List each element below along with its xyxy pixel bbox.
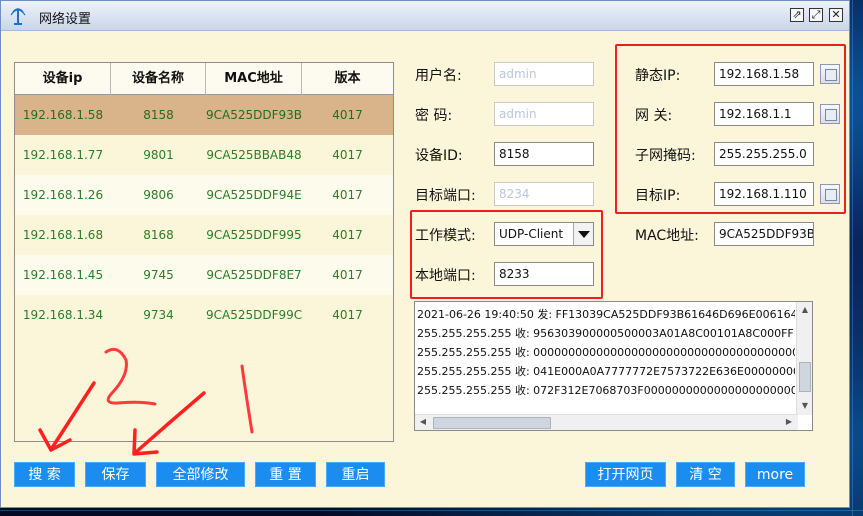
cell-ip: 192.168.1.26 <box>22 188 104 202</box>
password-field[interactable]: admin <box>494 102 594 126</box>
network-settings-window: 网络设置 ⇗ ⤢ ✕ 设备ip 设备名称 MAC地址 版本 192.168.1.… <box>0 0 850 508</box>
cell-mac: 9CA525BBAB48 <box>206 148 302 162</box>
cell-ip: 192.168.1.45 <box>22 268 104 282</box>
cell-name: 8158 <box>143 108 174 122</box>
background-line <box>0 510 863 511</box>
target-port-label: 目标端口: <box>415 188 476 204</box>
title-bar[interactable]: 网络设置 ⇗ ⤢ ✕ <box>1 1 849 31</box>
table-row[interactable]: 192.168.1.34 9734 9CA525DDF99C 4017 <box>15 295 393 335</box>
scroll-down-icon[interactable]: ▼ <box>798 399 812 413</box>
cell-version: 4017 <box>332 188 363 202</box>
cell-version: 4017 <box>332 148 363 162</box>
table-row[interactable]: 192.168.1.68 8168 9CA525DDF995 4017 <box>15 215 393 255</box>
mac-address-label: MAC地址: <box>635 228 699 244</box>
highlight-box-network <box>615 44 846 214</box>
horizontal-scroll-thumb[interactable] <box>433 417 551 429</box>
reset-button[interactable]: 重 置 <box>255 462 316 487</box>
vertical-scrollbar[interactable]: ▲ ▼ <box>796 302 812 415</box>
background-line <box>852 0 853 516</box>
mac-address-field[interactable]: 9CA525DDF93B <box>714 222 814 246</box>
open-webpage-button[interactable]: 打开网页 <box>585 462 666 487</box>
highlight-box-work-mode <box>410 210 603 299</box>
table-row[interactable]: 192.168.1.26 9806 9CA525DDF94E 4017 <box>15 175 393 215</box>
cell-version: 4017 <box>332 268 363 282</box>
cell-ip: 192.168.1.58 <box>22 108 104 122</box>
cell-name: 9806 <box>143 188 174 202</box>
column-header-version[interactable]: 版本 <box>302 63 393 95</box>
more-button[interactable]: more <box>745 462 805 487</box>
log-line: 255.255.255.255 收: 041E000A0A7777772E757… <box>417 365 795 378</box>
cell-name: 9734 <box>143 308 174 322</box>
log-line: 2021-06-26 19:40:50 发: FF13039CA525DDF93… <box>417 308 795 321</box>
target-port-field[interactable]: 8234 <box>494 182 594 206</box>
clear-button[interactable]: 清 空 <box>676 462 735 487</box>
modify-all-button[interactable]: 全部修改 <box>156 462 245 487</box>
cell-ip: 192.168.1.34 <box>22 308 104 322</box>
cell-version: 4017 <box>332 308 363 322</box>
username-label: 用户名: <box>415 68 462 84</box>
cell-name: 8168 <box>143 228 174 242</box>
cell-name: 9801 <box>143 148 174 162</box>
cell-mac: 9CA525DDF94E <box>206 188 302 202</box>
cell-name: 9745 <box>143 268 174 282</box>
log-line: 255.255.255.255 收: 956303900000500003A01… <box>417 327 794 340</box>
window-title: 网络设置 <box>39 12 92 27</box>
scroll-right-icon[interactable]: ▶ <box>782 415 796 429</box>
column-header-mac[interactable]: MAC地址 <box>206 63 302 95</box>
cell-version: 4017 <box>332 108 363 122</box>
log-line: 255.255.255.255 收: 072F312E7068703F00000… <box>417 384 795 397</box>
antenna-icon <box>10 8 26 25</box>
cell-mac: 9CA525DDF99C <box>206 308 302 322</box>
log-line: 255.255.255.255 收: 000000000000000000000… <box>417 346 795 359</box>
log-output[interactable]: 2021-06-26 19:40:50 发: FF13039CA525DDF93… <box>414 301 813 431</box>
table-row[interactable]: 192.168.1.45 9745 9CA525DDF8E7 4017 <box>15 255 393 295</box>
cell-mac: 9CA525DDF8E7 <box>206 268 302 282</box>
cell-ip: 192.168.1.77 <box>22 148 104 162</box>
cell-version: 4017 <box>332 228 363 242</box>
scroll-left-icon[interactable]: ◀ <box>416 415 430 429</box>
scroll-up-icon[interactable]: ▲ <box>798 303 812 317</box>
save-button[interactable]: 保存 <box>85 462 146 487</box>
cell-mac: 9CA525DDF995 <box>206 228 302 242</box>
search-button[interactable]: 搜 索 <box>14 462 75 487</box>
device-id-label: 设备ID: <box>415 148 463 164</box>
table-row[interactable]: 192.168.1.77 9801 9CA525BBAB48 4017 <box>15 135 393 175</box>
password-label: 密 码: <box>415 108 453 124</box>
table-row[interactable]: 192.168.1.58 8158 9CA525DDF93B 4017 <box>15 95 393 135</box>
username-field[interactable]: admin <box>494 62 594 86</box>
restore-button[interactable]: ⇗ <box>790 8 804 22</box>
vertical-scroll-thumb[interactable] <box>799 362 811 392</box>
device-table: 设备ip 设备名称 MAC地址 版本 192.168.1.58 8158 9CA… <box>14 62 394 442</box>
maximize-button[interactable]: ⤢ <box>809 8 823 22</box>
cell-mac: 9CA525DDF93B <box>206 108 302 122</box>
horizontal-scrollbar[interactable]: ◀ ▶ <box>415 414 798 430</box>
table-header: 设备ip 设备名称 MAC地址 版本 <box>15 63 393 95</box>
cell-ip: 192.168.1.68 <box>22 228 104 242</box>
close-button[interactable]: ✕ <box>829 8 843 22</box>
column-header-name[interactable]: 设备名称 <box>111 63 206 95</box>
column-header-ip[interactable]: 设备ip <box>15 63 111 95</box>
log-lines: 2021-06-26 19:40:50 发: FF13039CA525DDF93… <box>417 305 795 410</box>
restart-button[interactable]: 重启 <box>326 462 385 487</box>
device-id-field[interactable]: 8158 <box>494 142 594 166</box>
